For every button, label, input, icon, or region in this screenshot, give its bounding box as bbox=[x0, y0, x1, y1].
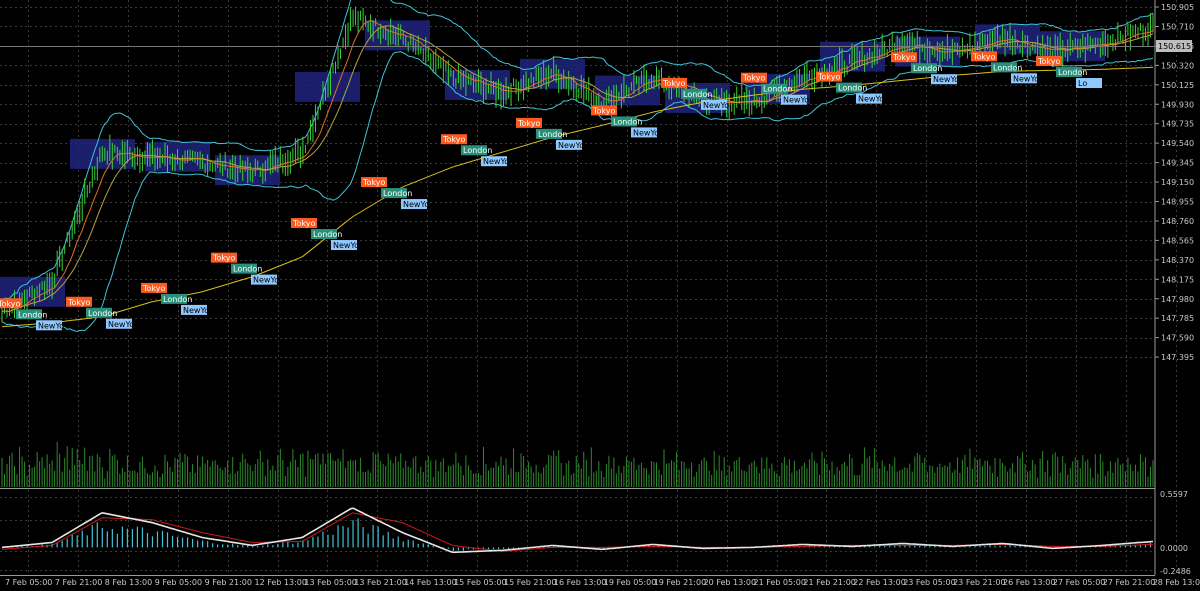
price-tick-label: 150.905 bbox=[1161, 3, 1194, 12]
session-label-tokyo: Tokyo bbox=[742, 74, 766, 83]
session-label-london: London bbox=[163, 295, 192, 304]
time-tick-label: 8 Feb 13:00 bbox=[105, 578, 152, 587]
session-label-london: London bbox=[383, 189, 412, 198]
session-label-newyork: NewYo bbox=[858, 95, 884, 104]
session-label-london: London bbox=[233, 265, 262, 274]
session-label-london: London bbox=[613, 117, 642, 126]
session-label-tokyo: Tokyo bbox=[662, 79, 686, 88]
session-label-tokyo: Tokyo bbox=[362, 178, 386, 187]
session-label-tokyo: Tokyo bbox=[972, 52, 996, 61]
price-tick-label: 148.760 bbox=[1161, 217, 1194, 226]
session-label-newyork: NewYo bbox=[38, 321, 64, 330]
price-tick-label: 147.980 bbox=[1161, 295, 1194, 304]
session-label-london: London bbox=[88, 309, 117, 318]
session-label-newyork: Lo bbox=[1078, 79, 1087, 88]
price-tick-label: 147.590 bbox=[1161, 334, 1194, 343]
current-price-label: 150.615 bbox=[1158, 42, 1191, 51]
osc-axis-zero: 0.0000 bbox=[1160, 544, 1188, 553]
session-label-newyork: NewYo bbox=[933, 75, 959, 84]
session-label-newyork: NewYo bbox=[483, 157, 509, 166]
session-label-london: London bbox=[18, 310, 47, 319]
session-box bbox=[365, 20, 430, 51]
session-label-tokyo: Tokyo bbox=[142, 284, 166, 293]
session-label-london: London bbox=[313, 230, 342, 239]
session-label-london: London bbox=[683, 90, 712, 99]
time-tick-label: 20 Feb 13:00 bbox=[704, 578, 756, 587]
session-label-newyork: NewYo bbox=[183, 306, 209, 315]
session-label-london: London bbox=[763, 85, 792, 94]
session-label-newyork: NewYo bbox=[783, 96, 809, 105]
session-label-newyork: NewYo bbox=[253, 276, 279, 285]
price-tick-label: 150.125 bbox=[1161, 81, 1194, 90]
session-label-london: London bbox=[838, 84, 867, 93]
time-tick-label: 7 Feb 21:00 bbox=[55, 578, 102, 587]
price-tick-label: 148.955 bbox=[1161, 198, 1194, 207]
session-label-newyork: NewYo bbox=[558, 141, 584, 150]
time-tick-label: 13 Feb 05:00 bbox=[304, 578, 356, 587]
price-tick-label: 149.930 bbox=[1161, 100, 1194, 109]
session-label-newyork: NewYo bbox=[633, 128, 659, 137]
session-label-london: London bbox=[463, 146, 492, 155]
time-tick-label: 13 Feb 21:00 bbox=[354, 578, 406, 587]
price-tick-label: 149.150 bbox=[1161, 178, 1194, 187]
time-tick-label: 21 Feb 05:00 bbox=[754, 578, 806, 587]
session-label-london: London bbox=[538, 130, 567, 139]
time-tick-label: 15 Feb 21:00 bbox=[504, 578, 556, 587]
time-tick-label: 9 Feb 05:00 bbox=[155, 578, 202, 587]
session-label-tokyo: Tokyo bbox=[292, 219, 316, 228]
session-label-newyork: NewYo bbox=[403, 200, 429, 209]
time-tick-label: 12 Feb 13:00 bbox=[255, 578, 307, 587]
session-label-tokyo: Tokyo bbox=[817, 73, 841, 82]
time-tick-label: 27 Feb 21:00 bbox=[1103, 578, 1155, 587]
time-tick-label: 28 Feb 13:00 bbox=[1153, 578, 1200, 587]
price-tick-label: 149.540 bbox=[1161, 139, 1194, 148]
time-tick-label: 16 Feb 13:00 bbox=[554, 578, 606, 587]
price-tick-label: 148.175 bbox=[1161, 275, 1194, 284]
price-tick-label: 148.370 bbox=[1161, 256, 1194, 265]
session-label-newyork: NewYo bbox=[703, 101, 729, 110]
price-tick-label: 147.785 bbox=[1161, 314, 1194, 323]
time-tick-label: 23 Feb 05:00 bbox=[903, 578, 955, 587]
session-label-tokyo: Tokyo bbox=[442, 135, 466, 144]
price-tick-label: 150.710 bbox=[1161, 22, 1194, 31]
time-tick-label: 7 Feb 05:00 bbox=[5, 578, 52, 587]
session-label-newyork: NewYo bbox=[1013, 74, 1039, 83]
time-axis: 7 Feb 05:00 7 Feb 21:00 8 Feb 13:00 9 Feb 0… bbox=[5, 578, 1200, 587]
time-tick-label: 23 Feb 21:00 bbox=[953, 578, 1005, 587]
time-tick-label: 19 Feb 21:00 bbox=[654, 578, 706, 587]
session-label-london: London bbox=[913, 64, 942, 73]
session-label-tokyo: Tokyo bbox=[892, 53, 916, 62]
session-label-tokyo: Tokyo bbox=[592, 106, 616, 115]
time-tick-label: 26 Feb 13:00 bbox=[1003, 578, 1055, 587]
session-label-tokyo: Tokyo bbox=[67, 298, 91, 307]
session-label-tokyo: Tokyo bbox=[0, 299, 21, 308]
time-tick-label: 19 Feb 05:00 bbox=[604, 578, 656, 587]
session-label-tokyo: Tokyo bbox=[212, 254, 236, 263]
session-label-london: London bbox=[1058, 68, 1087, 77]
osc-axis-min: -0.2486 bbox=[1160, 567, 1191, 576]
price-chart[interactable]: Tokyo London NewYo Tokyo London NewYo Tokyo Lon… bbox=[0, 0, 1200, 591]
session-label-london: London bbox=[993, 63, 1022, 72]
price-tick-label: 147.395 bbox=[1161, 353, 1194, 362]
time-tick-label: 21 Feb 21:00 bbox=[803, 578, 855, 587]
time-tick-label: 22 Feb 13:00 bbox=[853, 578, 905, 587]
price-tick-label: 150.320 bbox=[1161, 61, 1194, 70]
session-box bbox=[520, 58, 585, 89]
session-label-tokyo: Tokyo bbox=[517, 119, 541, 128]
time-tick-label: 14 Feb 13:00 bbox=[404, 578, 456, 587]
price-tick-label: 149.735 bbox=[1161, 120, 1194, 129]
session-box bbox=[595, 75, 660, 106]
session-label-newyork: NewYo bbox=[333, 241, 359, 250]
price-tick-label: 149.345 bbox=[1161, 159, 1194, 168]
time-tick-label: 15 Feb 05:00 bbox=[454, 578, 506, 587]
price-tick-label: 148.565 bbox=[1161, 236, 1194, 245]
osc-axis-max: 0.5597 bbox=[1160, 490, 1188, 499]
time-tick-label: 9 Feb 21:00 bbox=[205, 578, 252, 587]
session-label-newyork: NewYo bbox=[108, 320, 134, 329]
time-tick-label: 27 Feb 05:00 bbox=[1053, 578, 1105, 587]
session-label-tokyo: Tokyo bbox=[1037, 57, 1061, 66]
